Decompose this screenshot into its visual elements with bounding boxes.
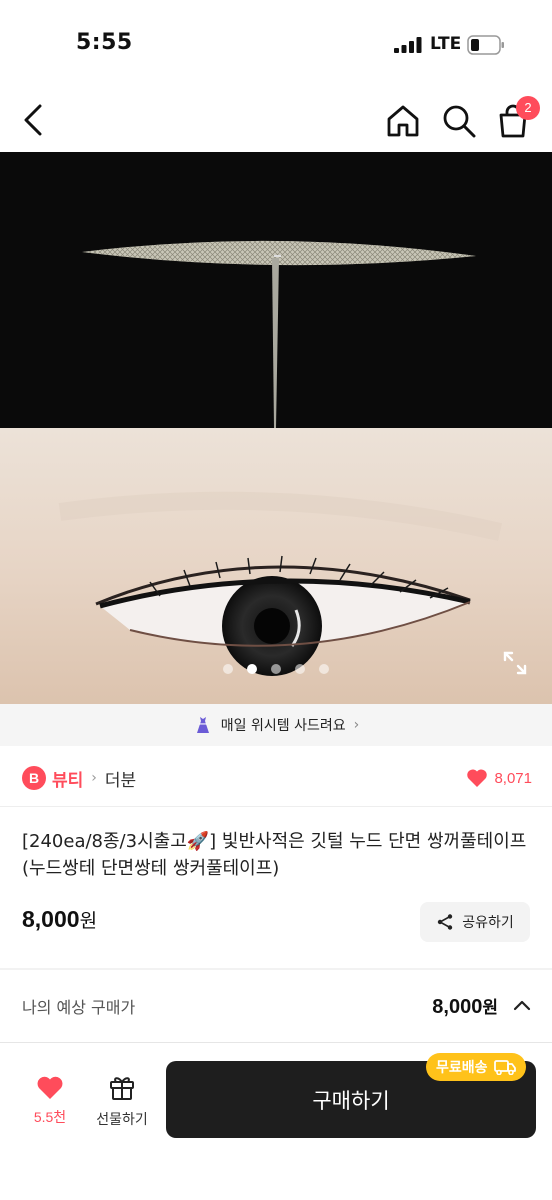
price-currency: 원: [79, 910, 98, 932]
status-bar: 5:55 LTE: [0, 0, 552, 90]
carousel-dot[interactable]: [271, 664, 281, 674]
battery-icon: [467, 35, 504, 55]
brand-link[interactable]: 더분: [105, 766, 136, 791]
section-divider: [0, 968, 552, 970]
category-row: B 뷰티 › 더분 8,071: [22, 756, 532, 800]
carousel-dot[interactable]: [319, 664, 329, 674]
free-shipping-badge: 무료배송: [426, 1053, 526, 1081]
carousel-dot[interactable]: [295, 664, 305, 674]
product-image: [0, 152, 552, 704]
category-link[interactable]: 뷰티: [52, 766, 83, 791]
carousel-pagination: [0, 664, 552, 680]
expected-price-row[interactable]: 나의 예상 구매가 8,000원: [22, 984, 532, 1028]
beauty-category-icon: B: [22, 766, 46, 790]
gift-button[interactable]: 선물하기: [88, 1073, 156, 1129]
product-title: [240ea/8종/3시출고🚀] 빛반사적은 깃털 누드 단면 쌍꺼풀테이프 (…: [22, 831, 527, 879]
expected-price-label: 나의 예상 구매가: [22, 998, 136, 1017]
likes-count: 8,071: [494, 769, 532, 787]
back-icon[interactable]: [18, 100, 48, 140]
share-button[interactable]: 공유하기: [420, 902, 530, 942]
signal-icon: [394, 37, 422, 53]
product-image-carousel[interactable]: [0, 152, 552, 704]
carousel-dot[interactable]: [223, 664, 233, 674]
status-time: 5:55: [76, 30, 133, 55]
heart-icon: [467, 769, 488, 787]
banner-text: 매일 위시템 사드려요: [220, 718, 346, 734]
like-button[interactable]: 5.5천: [22, 1075, 78, 1127]
chevron-right-icon: ›: [353, 717, 360, 733]
gift-label: 선물하기: [96, 1112, 148, 1128]
like-count: 5.5천: [33, 1109, 67, 1125]
network-label: LTE: [430, 34, 462, 54]
carousel-dot-active[interactable]: [247, 664, 257, 674]
cart-badge: 2: [516, 96, 540, 120]
promo-banner[interactable]: 매일 위시템 사드려요 ›: [0, 704, 552, 746]
product-price: 8,000원: [22, 906, 97, 933]
top-nav: 2: [0, 90, 552, 152]
bottom-action-bar: 5.5천 선물하기 구매하기 무료배송: [0, 1042, 552, 1200]
chevron-up-icon[interactable]: [512, 996, 532, 1016]
expected-price-value: 8,000원: [432, 996, 498, 1018]
price-value: 8,000: [22, 906, 80, 932]
free-shipping-label: 무료배송: [436, 1060, 488, 1076]
expand-icon[interactable]: [502, 650, 528, 676]
share-icon: [438, 914, 453, 930]
heart-icon: [37, 1076, 63, 1099]
truck-icon: [493, 1060, 516, 1075]
wishlist-count[interactable]: 8,071: [466, 768, 532, 788]
search-icon[interactable]: [440, 102, 478, 140]
dress-icon: [196, 717, 209, 733]
home-icon[interactable]: [384, 102, 422, 140]
divider: [0, 806, 552, 807]
breadcrumb-separator: ›: [91, 770, 97, 786]
share-label: 공유하기: [462, 915, 514, 931]
gift-icon: [110, 1077, 134, 1100]
